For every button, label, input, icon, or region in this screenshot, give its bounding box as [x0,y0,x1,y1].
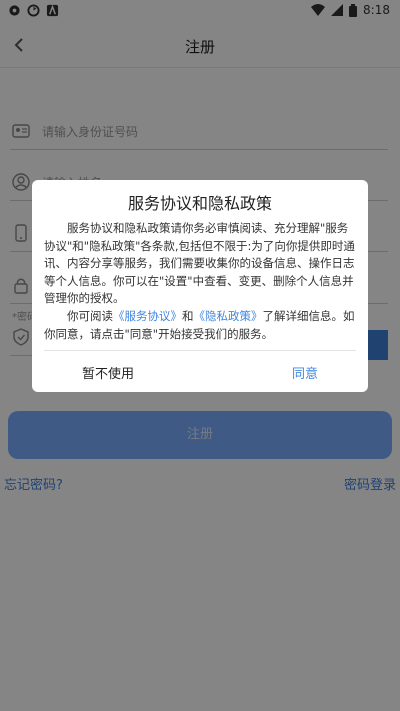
decline-button[interactable]: 暂不使用 [82,363,134,382]
privacy-policy-link[interactable]: 《隐私政策》 [194,309,263,323]
dialog-body: 服务协议和隐私政策请你务必审慎阅读、充分理解"服务协议"和"隐私政策"各条款,包… [44,220,356,343]
dialog-paragraph-2: 你可阅读《服务协议》和《隐私政策》了解详细信息。如你同意，请点击"同意"开始接受… [44,308,356,343]
service-agreement-link[interactable]: 《服务协议》 [113,309,182,323]
and-text: 和 [182,308,194,323]
dialog-paragraph-1: 服务协议和隐私政策请你务必审慎阅读、充分理解"服务协议"和"隐私政策"各条款,包… [44,221,355,306]
dialog-title: 服务协议和隐私政策 [127,194,272,213]
read-prefix: 你可阅读 [67,308,113,323]
dialog-divider [44,350,356,351]
privacy-dialog: 服务协议和隐私政策 服务协议和隐私政策请你务必审慎阅读、充分理解"服务协议"和"… [32,180,368,392]
agree-button[interactable]: 同意 [292,363,318,382]
